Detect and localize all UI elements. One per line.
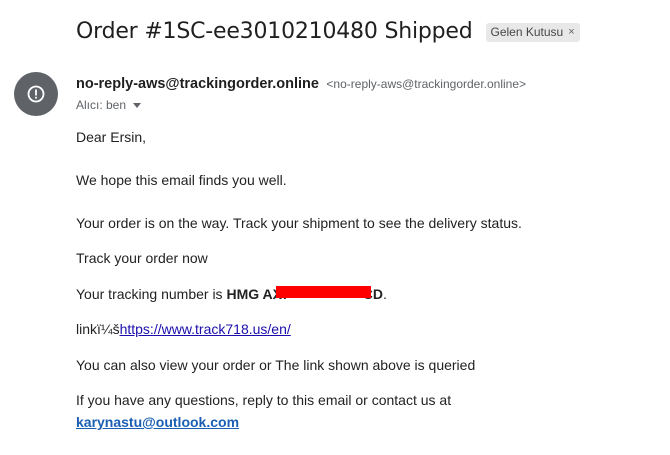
sender-avatar[interactable] — [14, 72, 58, 116]
also-view-line: You can also view your order or The link… — [76, 357, 476, 373]
redaction-bar — [275, 286, 371, 299]
recipient-label: Alıcı: ben — [76, 98, 127, 112]
sender-row: no-reply-aws@trackingorder.online <no-re… — [76, 75, 526, 93]
sender-name[interactable]: no-reply-aws@trackingorder.online — [76, 76, 319, 92]
order-status-line: Your order is on the way. Track your shi… — [76, 215, 522, 231]
track-now-line: Track your order now — [76, 250, 208, 266]
wellwish-line: We hope this email finds you well. — [76, 172, 287, 188]
tracking-number-line: Your tracking number is HMG AX7 CD. — [76, 286, 387, 302]
tracking-link-line: linkï¼šhttps://www.track718.us/en/ — [76, 321, 291, 337]
remove-label-icon[interactable]: × — [568, 26, 574, 38]
tracking-suffix: . — [382, 286, 387, 302]
contact-line: karynastu@outlook.com — [76, 414, 239, 430]
email-subject: Order #1SC-ee3010210480 Shipped — [76, 19, 473, 44]
greeting-line: Dear Ersin, — [76, 129, 147, 145]
questions-line: If you have any questions, reply to this… — [76, 392, 452, 408]
inbox-label-chip[interactable]: Gelen Kutusu × — [485, 23, 580, 42]
contact-email-link[interactable]: karynastu@outlook.com — [76, 414, 239, 430]
sender-email: <no-reply-aws@trackingorder.online> — [326, 77, 527, 91]
link-prefix: linkï¼š — [76, 321, 120, 337]
recipient-row[interactable]: Alıcı: ben — [76, 98, 142, 112]
subject-row: Order #1SC-ee3010210480 Shipped Gelen Ku… — [76, 19, 580, 44]
caret-down-icon[interactable] — [133, 102, 142, 108]
tracking-link[interactable]: https://www.track718.us/en/ — [120, 321, 291, 337]
report-icon — [27, 85, 45, 103]
inbox-label-text: Gelen Kutusu — [490, 25, 564, 39]
tracking-prefix: Your tracking number is — [76, 286, 227, 302]
